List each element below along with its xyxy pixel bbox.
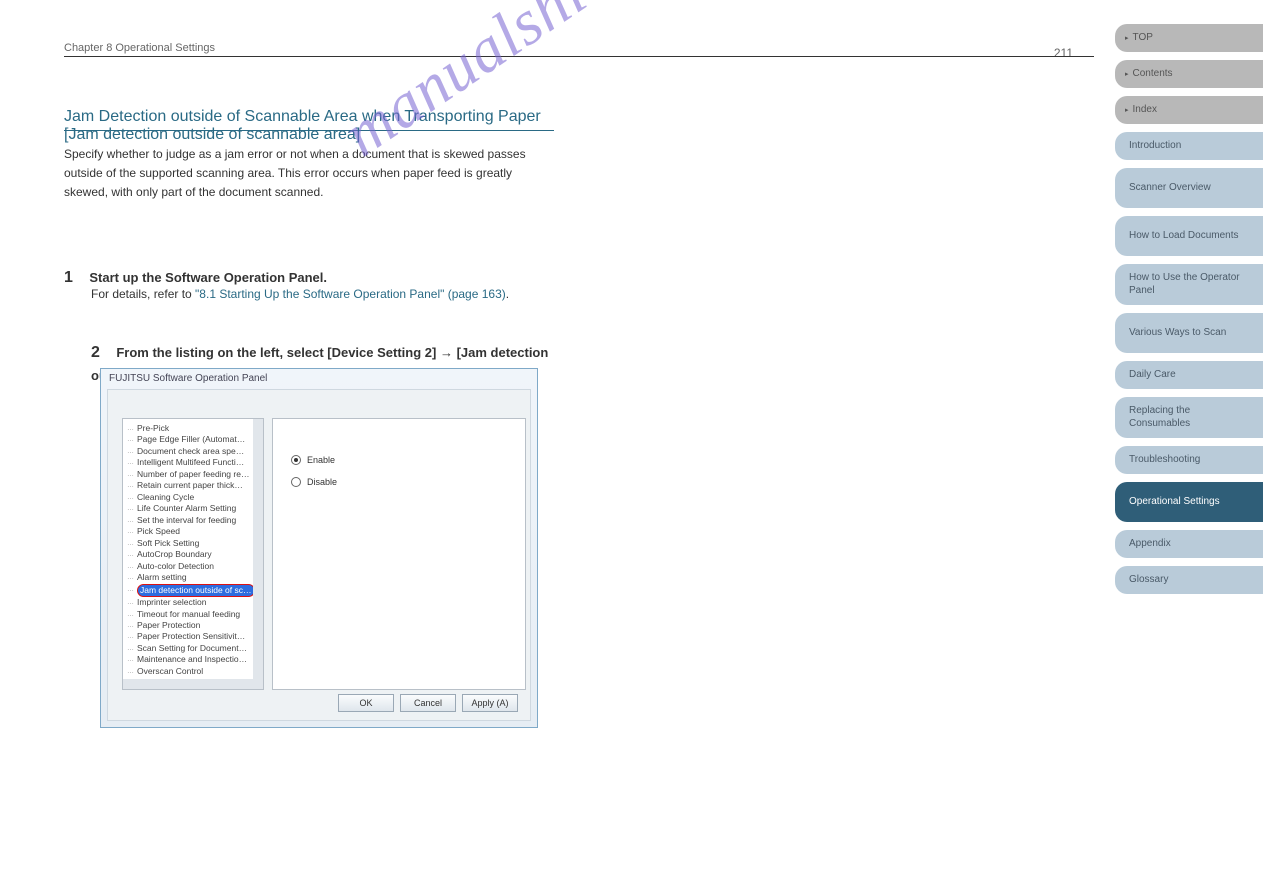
sidebar-tab[interactable]: How to Use the Operator Panel [1115, 264, 1263, 305]
header-rule [64, 56, 1094, 57]
tree-item[interactable]: Paper Protection Sensitivit… [137, 631, 261, 642]
tree-item[interactable]: Paper Protection [137, 620, 261, 631]
ok-button[interactable]: OK [338, 694, 394, 712]
tree-item-selected[interactable]: Jam detection outside of sc… [137, 584, 261, 597]
tree-item[interactable]: Pick Speed [137, 526, 261, 537]
settings-right-pane: Enable Disable [272, 418, 526, 690]
sidebar-tab[interactable]: How to Load Documents [1115, 216, 1263, 256]
settings-tree[interactable]: Pre-PickPage Edge Filler (Automat…Docume… [122, 418, 264, 690]
step-1-text: Start up the Software Operation Panel. [89, 270, 327, 285]
tree-item[interactable]: Cleaning Cycle [137, 492, 261, 503]
step-number: 2 [91, 340, 113, 366]
sidebar-tab[interactable]: Replacing the Consumables [1115, 397, 1263, 438]
tree-item[interactable]: Soft Pick Setting [137, 538, 261, 549]
sidebar-tab[interactable]: Scanner Overview [1115, 168, 1263, 208]
chevron-right-icon: ▸ [1125, 35, 1129, 42]
tree-item[interactable]: Timeout for manual feeding [137, 609, 261, 620]
section-underline [64, 130, 554, 131]
step-number: 1 [64, 265, 86, 291]
sidebar-tab[interactable]: Daily Care [1115, 361, 1263, 389]
step-1-detail-prefix: For details, refer to [91, 287, 195, 301]
radio-disable-label: Disable [307, 477, 337, 487]
sidebar-tab[interactable]: Appendix [1115, 530, 1263, 558]
tree-item[interactable]: Page Edge Filler (Automat… [137, 434, 261, 445]
chapter-heading: Chapter 8 Operational Settings [64, 42, 215, 54]
dialog-button-row: OK Cancel Apply (A) [338, 694, 518, 712]
tree-item[interactable]: Imprinter selection [137, 597, 261, 608]
step-1-link[interactable]: "8.1 Starting Up the Software Operation … [195, 287, 506, 301]
radio-enable[interactable] [291, 455, 301, 465]
sidebar-tab[interactable]: Various Ways to Scan [1115, 313, 1263, 353]
tree-item[interactable]: Document check area spe… [137, 446, 261, 457]
tree-scrollbar-vertical[interactable] [253, 419, 263, 689]
radio-enable-label: Enable [307, 455, 335, 465]
sidebar-nav: ▸TOP ▸Contents ▸Index Introduction Scanner O… [1115, 24, 1263, 602]
dialog-body: Pre-PickPage Edge Filler (Automat…Docume… [107, 389, 531, 721]
step-1-detail-suffix: . [506, 287, 509, 301]
tree-item[interactable]: Alarm setting [137, 572, 261, 583]
tree-item[interactable]: Retain current paper thick… [137, 480, 261, 491]
section-title: Jam Detection outside of Scannable Area … [64, 108, 554, 144]
sidebar-tab-top[interactable]: ▸TOP [1115, 24, 1263, 52]
step-1-detail: For details, refer to "8.1 Starting Up t… [91, 285, 561, 304]
sidebar-tab[interactable]: Introduction [1115, 132, 1263, 160]
tree-item[interactable]: Set the interval for feeding [137, 515, 261, 526]
tree-item[interactable]: Pre-Pick [137, 423, 261, 434]
chevron-right-icon: ▸ [1125, 107, 1129, 114]
radio-disable[interactable] [291, 477, 301, 487]
radio-disable-row[interactable]: Disable [291, 477, 337, 487]
sidebar-tab[interactable]: Troubleshooting [1115, 446, 1263, 474]
tree-item[interactable]: Life Counter Alarm Setting [137, 503, 261, 514]
apply-button[interactable]: Apply (A) [462, 694, 518, 712]
page-number: 211 [1054, 46, 1073, 60]
tree-item[interactable]: AutoCrop Boundary [137, 549, 261, 560]
tree-scrollbar-horizontal[interactable] [123, 679, 263, 689]
tree-item[interactable]: Scan Setting for Document… [137, 643, 261, 654]
intro-paragraph: Specify whether to judge as a jam error … [64, 145, 554, 203]
dialog-screenshot: FUJITSU Software Operation Panel Pre-Pic… [100, 368, 538, 728]
dialog-title: FUJITSU Software Operation Panel [109, 373, 267, 384]
tree-item[interactable]: Intelligent Multifeed Functi… [137, 457, 261, 468]
tree-item[interactable]: Number of paper feeding re… [137, 469, 261, 480]
sidebar-tab-index[interactable]: ▸Index [1115, 96, 1263, 124]
sidebar-tab[interactable]: Glossary [1115, 566, 1263, 594]
tree-item[interactable]: Overscan Control [137, 666, 261, 677]
sidebar-tab[interactable]: Operational Settings [1115, 482, 1263, 522]
radio-enable-row[interactable]: Enable [291, 455, 335, 465]
chevron-right-icon: ▸ [1125, 71, 1129, 78]
sidebar-tab-contents[interactable]: ▸Contents [1115, 60, 1263, 88]
tree-item[interactable]: Auto-color Detection [137, 561, 261, 572]
tree-item[interactable]: Maintenance and Inspectio… [137, 654, 261, 665]
cancel-button[interactable]: Cancel [400, 694, 456, 712]
